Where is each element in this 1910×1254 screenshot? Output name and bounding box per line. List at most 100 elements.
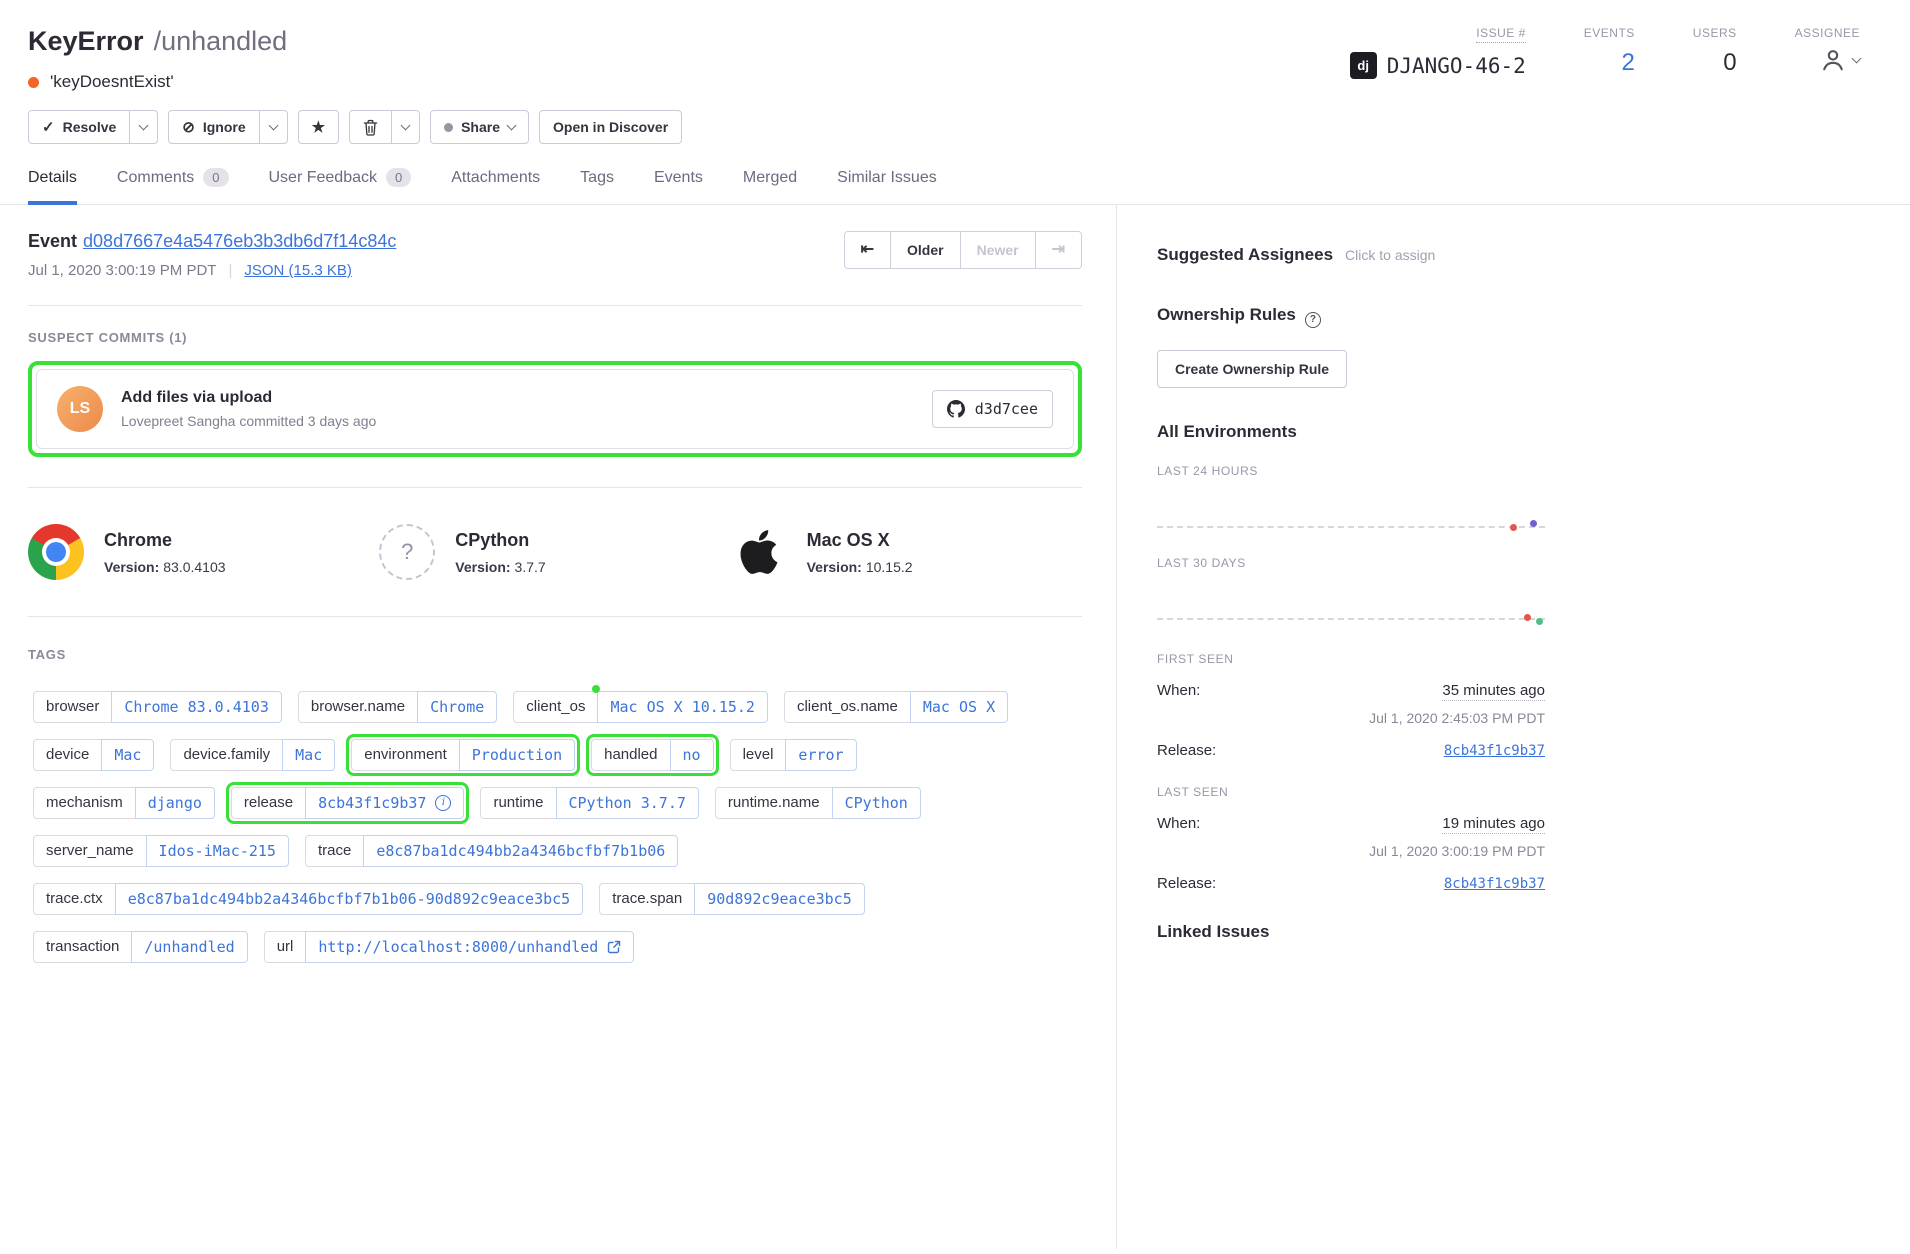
last-30-days-label: LAST 30 DAYS: [1157, 556, 1545, 570]
tag-value[interactable]: e8c87ba1dc494bb2a4346bcfbf7b1b06: [363, 835, 678, 867]
tag-key[interactable]: runtime.name: [715, 787, 833, 819]
tag-value[interactable]: Mac OS X: [910, 691, 1008, 723]
users-label: USERS: [1693, 26, 1737, 40]
tag-value[interactable]: Idos-iMac-215: [146, 835, 289, 867]
linked-issues-title: Linked Issues: [1157, 922, 1545, 942]
tag-pill: trace e8c87ba1dc494bb2a4346bcfbf7b1b06: [300, 830, 683, 872]
tag-value[interactable]: /unhandled: [131, 931, 247, 963]
tag-key[interactable]: browser: [33, 691, 112, 723]
help-icon[interactable]: [1305, 312, 1321, 328]
tag-key[interactable]: device.family: [170, 739, 283, 771]
tag-value[interactable]: django: [135, 787, 215, 819]
resolve-button-group: ✓ Resolve: [28, 110, 158, 144]
tag-key[interactable]: url: [264, 931, 307, 963]
tag-key[interactable]: runtime: [480, 787, 556, 819]
last-seen-release-link[interactable]: 8cb43f1c9b37: [1444, 876, 1545, 892]
tag-key[interactable]: level: [730, 739, 787, 771]
first-seen-release-link[interactable]: 8cb43f1c9b37: [1444, 743, 1545, 759]
tag-key[interactable]: release: [231, 787, 306, 819]
click-to-assign-hint: Click to assign: [1345, 247, 1435, 263]
older-event-button[interactable]: Older: [890, 232, 960, 268]
tag-value[interactable]: CPython 3.7.7: [556, 787, 699, 819]
tab[interactable]: Details: [28, 168, 77, 205]
tab[interactable]: Attachments: [451, 168, 540, 205]
tag-key[interactable]: handled: [591, 739, 670, 771]
tag-pill: handled no: [586, 734, 718, 776]
tag-key[interactable]: client_os: [513, 691, 598, 723]
newer-event-button[interactable]: Newer: [960, 232, 1035, 268]
tab[interactable]: Similar Issues: [837, 168, 937, 205]
tag-value[interactable]: Production: [459, 739, 575, 771]
tag-key[interactable]: trace.span: [599, 883, 695, 915]
tag-value[interactable]: Mac OS X 10.15.2: [597, 691, 768, 723]
context-runtime: ? CPython Version:3.7.7: [379, 524, 730, 580]
tag-value[interactable]: Chrome: [417, 691, 497, 723]
assignee-dropdown[interactable]: [1819, 46, 1860, 74]
release-label: Release:: [1157, 742, 1216, 759]
delete-button[interactable]: [349, 110, 392, 144]
tab[interactable]: Events: [654, 168, 703, 205]
tag-key[interactable]: trace.ctx: [33, 883, 116, 915]
open-in-discover-button[interactable]: Open in Discover: [539, 110, 682, 144]
tag-key[interactable]: device: [33, 739, 102, 771]
tab[interactable]: User Feedback 0: [269, 168, 412, 205]
info-icon[interactable]: [435, 795, 451, 811]
tag-value[interactable]: 90d892c9eace3bc5: [694, 883, 865, 915]
tag-key[interactable]: browser.name: [298, 691, 418, 723]
sparkline-baseline: [1157, 526, 1545, 528]
tag-key[interactable]: trace: [305, 835, 364, 867]
tag-value[interactable]: 8cb43f1c9b37: [305, 787, 464, 819]
tag-pill: device.family Mac: [165, 734, 340, 776]
tag-key[interactable]: transaction: [33, 931, 132, 963]
tag-pill: runtime CPython 3.7.7: [475, 782, 703, 824]
delete-dropdown-button[interactable]: [391, 110, 420, 144]
tag-value[interactable]: CPython: [832, 787, 921, 819]
tab-label: Details: [28, 169, 77, 187]
ignore-dropdown-button[interactable]: [259, 110, 288, 144]
page-title: KeyError/unhandled: [28, 26, 287, 57]
tag-value[interactable]: no: [670, 739, 714, 771]
event-title: Eventd08d7667e4a5476eb3b3db6d7f14c84c: [28, 231, 396, 252]
create-ownership-rule-button[interactable]: Create Ownership Rule: [1157, 350, 1347, 388]
event-dot: [1524, 614, 1531, 621]
commit-sha-button[interactable]: d3d7cee: [932, 390, 1053, 428]
issue-message-row: 'keyDoesntExist': [28, 72, 287, 92]
tag-pill: browser.name Chrome: [293, 686, 502, 728]
event-json-link[interactable]: JSON (15.3 KB): [244, 262, 352, 279]
resolve-dropdown-button[interactable]: [129, 110, 158, 144]
tag-value[interactable]: Chrome 83.0.4103: [111, 691, 282, 723]
tag-value[interactable]: error: [785, 739, 856, 771]
issue-number-label: ISSUE #: [1476, 26, 1526, 43]
tag-value[interactable]: e8c87ba1dc494bb2a4346bcfbf7b1b06-90d892c…: [115, 883, 584, 915]
tag-pill: mechanism django: [28, 782, 220, 824]
tag-key[interactable]: server_name: [33, 835, 147, 867]
suggested-assignees-title: Suggested Assignees: [1157, 245, 1333, 265]
share-button[interactable]: Share: [430, 110, 529, 144]
events-count[interactable]: 2: [1621, 49, 1634, 77]
resolve-button[interactable]: ✓ Resolve: [28, 110, 130, 144]
tag-key[interactable]: client_os.name: [784, 691, 911, 723]
bookmark-button[interactable]: ★: [298, 110, 339, 144]
event-dot: [1510, 524, 1517, 531]
tag-value[interactable]: http://localhost:8000/unhandled: [305, 931, 634, 963]
users-count[interactable]: 0: [1723, 49, 1736, 77]
oldest-event-button[interactable]: ⇤: [845, 232, 890, 268]
tag-key[interactable]: environment: [351, 739, 460, 771]
stat-events: EVENTS 2: [1584, 26, 1635, 79]
tag-value[interactable]: Mac: [101, 739, 154, 771]
tab-bar: Details Comments 0 User Feedback 0 Attac…: [0, 168, 1910, 205]
tag-value[interactable]: Mac: [282, 739, 335, 771]
github-icon: [947, 400, 965, 418]
tag-pill: level error: [725, 734, 862, 776]
newest-event-button[interactable]: ⇥: [1035, 232, 1081, 268]
tag-key[interactable]: mechanism: [33, 787, 136, 819]
tab[interactable]: Comments 0: [117, 168, 229, 205]
tab[interactable]: Merged: [743, 168, 797, 205]
event-id-link[interactable]: d08d7667e4a5476eb3b3db6d7f14c84c: [83, 231, 396, 251]
ignore-button[interactable]: ⊘ Ignore: [168, 110, 259, 144]
context-version: Version:3.7.7: [455, 559, 545, 575]
event-details-column: Eventd08d7667e4a5476eb3b3db6d7f14c84c Ju…: [0, 205, 1117, 1249]
last-24-hours-label: LAST 24 HOURS: [1157, 464, 1545, 478]
tab[interactable]: Tags: [580, 168, 614, 205]
issue-short-id[interactable]: dj DJANGO-46-2: [1350, 52, 1526, 79]
